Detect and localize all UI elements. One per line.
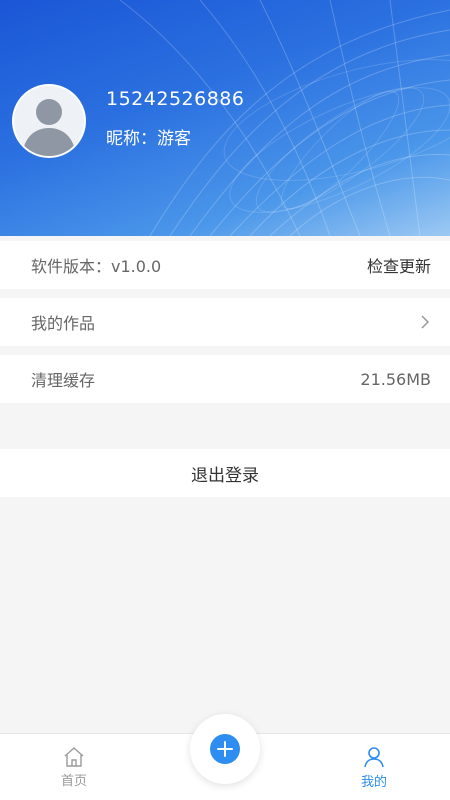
user-icon (364, 747, 384, 768)
clear-cache-row[interactable]: 清理缓存 21.56MB (0, 355, 450, 403)
nav-mine[interactable]: 我的 (329, 734, 419, 800)
software-version-row: 软件版本：v1.0.0 检查更新 (0, 241, 450, 289)
software-version-label: 软件版本：v1.0.0 (31, 257, 162, 276)
add-button[interactable] (190, 714, 260, 784)
cache-size-value: 21.56MB (360, 369, 431, 389)
nav-home[interactable]: 首页 (29, 734, 119, 800)
my-works-label: 我的作品 (31, 314, 96, 333)
home-icon (64, 747, 84, 767)
clear-cache-label: 清理缓存 (31, 371, 96, 390)
user-avatar[interactable] (12, 84, 86, 158)
nav-mine-label: 我的 (360, 775, 387, 790)
nav-home-label: 首页 (60, 774, 87, 789)
my-works-row[interactable]: 我的作品 (0, 298, 450, 346)
add-button-circle (210, 734, 240, 764)
logout-button[interactable]: 退出登录 (0, 449, 450, 497)
check-update-button[interactable]: 检查更新 (367, 253, 431, 277)
chevron-right-icon (421, 315, 430, 329)
default-user-avatar-icon (14, 86, 84, 156)
plus-icon (217, 741, 233, 757)
user-nickname: 昵称：游客 (106, 129, 191, 149)
user-phone: 15242526886 (106, 88, 245, 110)
profile-header: 15242526886 昵称：游客 (0, 0, 450, 236)
